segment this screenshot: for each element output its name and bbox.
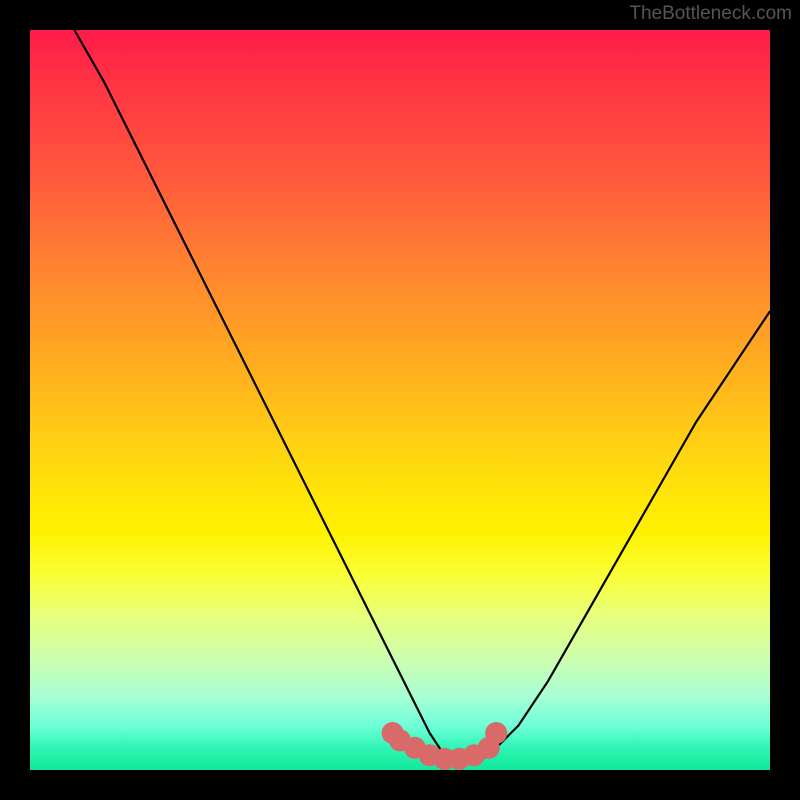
valley-marker [485,722,507,744]
valley-markers [382,722,508,770]
watermark-text: TheBottleneck.com [629,3,792,25]
chart-svg [30,30,770,770]
plot-area [30,30,770,770]
bottleneck-curve [74,30,770,763]
